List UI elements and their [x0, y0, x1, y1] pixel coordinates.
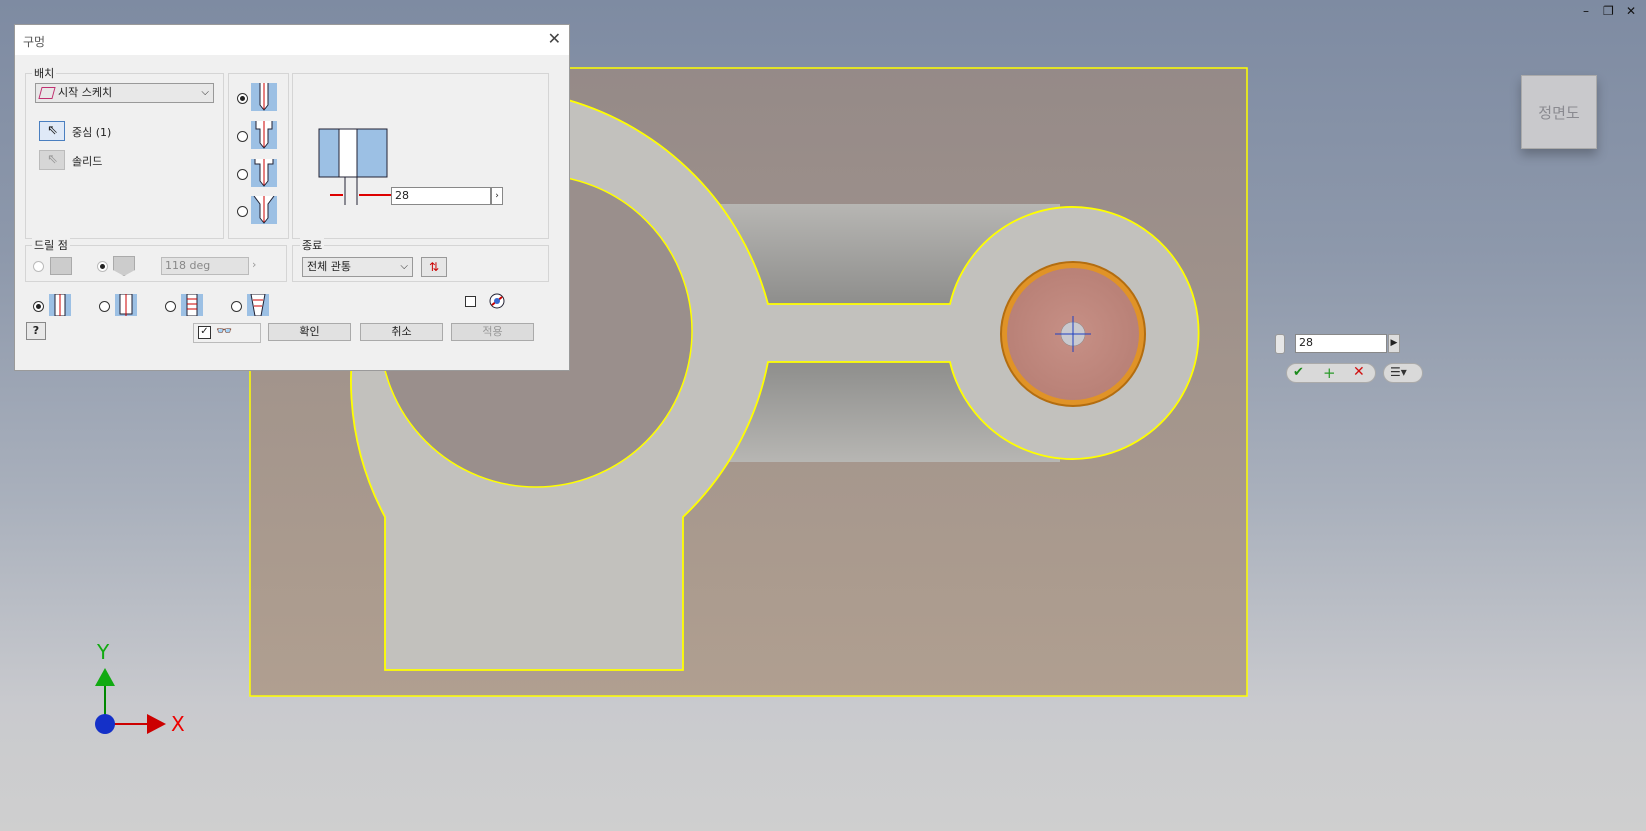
origin-point: [95, 714, 115, 734]
dialog-title: 구멍: [23, 35, 46, 49]
ok-button[interactable]: 확인: [268, 323, 351, 341]
mini-toolbar-actions: ✔ + ✕: [1286, 363, 1376, 383]
tapped-hole-radio[interactable]: [165, 301, 176, 312]
option-checkbox[interactable]: [465, 296, 476, 307]
termination-label: 종료: [300, 237, 325, 253]
preview-checkbox[interactable]: ✓: [198, 326, 211, 339]
hole-type-spotface-radio[interactable]: [237, 169, 248, 180]
countersink-hole-icon: [251, 196, 277, 224]
cursor-icon: ⇖: [47, 152, 58, 167]
termination-dropdown-value: 전체 관통: [307, 260, 351, 273]
placement-dropdown-value: 시작 스케치: [58, 86, 113, 99]
drill-point-label: 드릴 점: [32, 237, 70, 253]
counterbore-hole-icon: [251, 121, 277, 149]
placement-dropdown[interactable]: 시작 스케치 ⌵: [35, 83, 214, 103]
diameter-input[interactable]: 28: [391, 187, 491, 205]
dialog-titlebar[interactable]: 구멍 ✕: [15, 25, 569, 55]
drilled-hole-icon: [49, 294, 71, 316]
chevron-down-icon: ⌵: [400, 261, 408, 272]
clearance-hole-radio[interactable]: [99, 301, 110, 312]
tapped-hole-icon: [181, 294, 203, 316]
apply-plus-icon[interactable]: +: [1323, 364, 1336, 382]
help-icon[interactable]: ?: [26, 322, 46, 340]
dialog-close-icon[interactable]: ✕: [548, 29, 561, 48]
taper-tapped-hole-icon: [247, 294, 269, 316]
chevron-down-icon: ⌵: [201, 87, 209, 98]
simple-hole-icon: [251, 83, 277, 111]
sketch-icon: [38, 87, 56, 99]
diameter-arrow-icon[interactable]: ›: [491, 187, 503, 205]
apply-button[interactable]: 적용: [451, 323, 534, 341]
mini-toolbar-value-input[interactable]: 28: [1295, 334, 1387, 353]
spotface-hole-icon: [251, 159, 277, 187]
hole-dialog: 구멍 ✕ 배치 시작 스케치 ⌵ ⇖ 중심 (1) ⇖ 솔리드 28 › 드릴 …: [14, 24, 570, 371]
options-menu-icon[interactable]: ☰▾: [1390, 365, 1407, 379]
drill-angle-arrow-icon[interactable]: ›: [252, 258, 256, 271]
drill-angle-input[interactable]: 118 deg: [161, 257, 249, 275]
taper-tapped-hole-radio[interactable]: [231, 301, 242, 312]
termination-dropdown[interactable]: 전체 관통 ⌵: [302, 257, 413, 277]
solid-label: 솔리드: [72, 155, 103, 168]
clearance-hole-icon: [115, 294, 137, 316]
y-axis-label: Y: [97, 640, 110, 664]
display-style-icon[interactable]: [489, 293, 505, 309]
ok-check-icon[interactable]: ✔: [1293, 365, 1304, 380]
glasses-icon: 👓: [216, 324, 233, 339]
x-axis-label: X: [171, 712, 185, 736]
mini-toolbar-grip[interactable]: [1275, 334, 1285, 354]
center-label: 중심 (1): [72, 126, 112, 139]
cancel-button[interactable]: 취소: [360, 323, 443, 341]
center-select-button[interactable]: ⇖: [39, 121, 65, 141]
placement-label: 배치: [32, 65, 57, 81]
mini-toolbar-options[interactable]: ☰▾: [1383, 363, 1423, 383]
flip-direction-icon[interactable]: ⇅: [421, 257, 447, 277]
cursor-icon: ⇖: [47, 123, 58, 138]
solid-select-button[interactable]: ⇖: [39, 150, 65, 170]
preview-toggle[interactable]: ✓ 👓: [193, 323, 261, 343]
flat-drill-icon: [50, 257, 72, 275]
drill-flat-radio[interactable]: [33, 261, 44, 272]
mini-toolbar-arrow-icon[interactable]: ▶: [1388, 334, 1400, 353]
hole-type-counterbore-radio[interactable]: [237, 131, 248, 142]
drill-angle-radio[interactable]: [97, 261, 108, 272]
hole-type-countersink-radio[interactable]: [237, 206, 248, 217]
drilled-hole-radio[interactable]: [33, 301, 44, 312]
cancel-x-icon[interactable]: ✕: [1353, 364, 1365, 380]
hole-type-simple-radio[interactable]: [237, 93, 248, 104]
